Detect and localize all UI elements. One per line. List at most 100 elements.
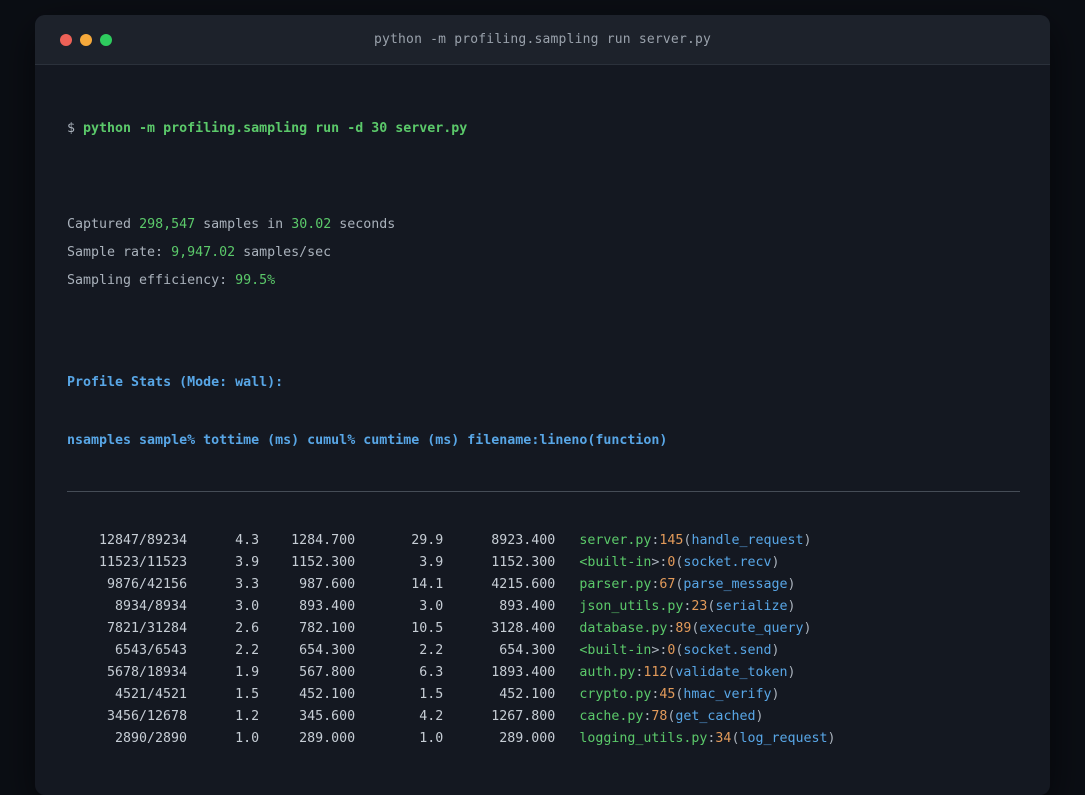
text-segment: >: [651, 555, 668, 570]
stats-cell: 1284.700 [291, 533, 356, 548]
text-segment: ) [771, 643, 780, 658]
stats-row: 12847/89234 4.3 1284.700 29.9 8923.400 server… [67, 530, 1020, 552]
stats-cell: 8923.400 [491, 533, 556, 548]
text-segment: log_request [739, 731, 828, 746]
stats-cell: 987.600 [299, 577, 356, 592]
text-segment: 145 [659, 533, 684, 548]
text-segment: cache.py [579, 709, 644, 724]
text-segment: socket.recv [683, 555, 772, 570]
stats-cell: 4.2 [419, 709, 444, 724]
stats-cell: 1152.300 [491, 555, 556, 570]
stats-cell: 893.400 [499, 599, 556, 614]
stats-cell: 1.0 [419, 731, 444, 746]
stats-cell: 2.2 [235, 643, 260, 658]
output-line: Captured 298,547 samples in 30.02 second… [67, 211, 1020, 239]
stats-cell: 10.5 [411, 621, 444, 636]
text-segment: socket.send [683, 643, 772, 658]
window-title: python -m profiling.sampling run server.… [373, 32, 712, 47]
text-segment: server.py [579, 533, 652, 548]
stats-cell: 2.2 [419, 643, 444, 658]
text-segment: ) [787, 599, 796, 614]
text-segment: crypto.py [579, 687, 652, 702]
stats-cell: 5678/18934 [107, 665, 188, 680]
stats-cell: 6543/6543 [115, 643, 188, 658]
stats-table-header: nsamples sample% tottime (ms) cumul% cum… [67, 433, 668, 448]
text-segment: ) [771, 555, 780, 570]
stats-location-cell: <built-in>:0(socket.recv) [555, 552, 779, 574]
text-segment: json_utils.py [579, 599, 684, 614]
stats-table: 12847/89234 4.3 1284.700 29.9 8923.400 server… [67, 530, 1020, 750]
text-segment: seconds [331, 217, 396, 232]
profile-stats-title: Profile Stats (Mode: wall): [67, 375, 284, 390]
terminal-output[interactable]: $ python -m profiling.sampling run -d 30… [35, 65, 1050, 795]
stats-cell: 2.6 [235, 621, 260, 636]
stats-cell: 567.800 [299, 665, 356, 680]
stats-location-cell: cache.py:78(get_cached) [555, 706, 763, 728]
text-segment: 298,547 [139, 217, 196, 232]
stats-cell: 6.3 [419, 665, 444, 680]
text-segment: ) [787, 665, 796, 680]
stats-location-cell: crypto.py:45(hmac_verify) [555, 684, 779, 706]
text-segment: 9,947.02 [171, 245, 236, 260]
stats-cell: 4521/4521 [115, 687, 188, 702]
text-segment: Captured [67, 217, 140, 232]
stats-cell: 452.100 [299, 687, 356, 702]
text-segment: parse_message [683, 577, 788, 592]
stats-cell: 3.9 [419, 555, 444, 570]
text-segment: get_cached [675, 709, 756, 724]
text-segment: ) [803, 621, 812, 636]
stats-cell: 3128.400 [491, 621, 556, 636]
stats-row: 8934/8934 3.0 893.400 3.0 893.400 json_utils.… [67, 596, 1020, 618]
text-segment: ) [771, 687, 780, 702]
text-segment: 67 [659, 577, 676, 592]
stats-cell: 1.2 [235, 709, 260, 724]
stats-cell: 893.400 [299, 599, 356, 614]
stats-cell: 3456/12678 [107, 709, 188, 724]
text-segment: Sample rate: [67, 245, 172, 260]
stats-cell: 1893.400 [491, 665, 556, 680]
stats-cell: 1267.800 [491, 709, 556, 724]
stats-location-cell: auth.py:112(validate_token) [555, 662, 795, 684]
stats-cell: 654.300 [299, 643, 356, 658]
title-bar: python -m profiling.sampling run server.… [35, 15, 1050, 65]
stats-cell: 8934/8934 [115, 599, 188, 614]
stats-cell: 1152.300 [291, 555, 356, 570]
stats-cell: 782.100 [299, 621, 356, 636]
stats-cell: 1.9 [235, 665, 260, 680]
text-segment: >: [651, 643, 668, 658]
stats-row: 11523/11523 3.9 1152.300 3.9 1152.300 <built-… [67, 552, 1020, 574]
stats-cell: 14.1 [411, 577, 444, 592]
text-segment: execute_query [699, 621, 804, 636]
command-line: $ python -m profiling.sampling run -d 30… [67, 115, 1020, 143]
stats-cell: 3.9 [235, 555, 260, 570]
text-segment: 45 [659, 687, 676, 702]
text-segment: ) [787, 577, 796, 592]
stats-cell: 2890/2890 [115, 731, 188, 746]
stats-cell: 12847/89234 [99, 533, 188, 548]
stats-location-cell: server.py:145(handle_request) [555, 530, 811, 552]
stats-row: 9876/42156 3.3 987.600 14.1 4215.600 parser.p… [67, 574, 1020, 596]
table-divider [67, 491, 1020, 492]
stats-row: 6543/6543 2.2 654.300 2.2 654.300 <built-in>:… [67, 640, 1020, 662]
stats-cell: 289.000 [299, 731, 356, 746]
stats-cell: 9876/42156 [107, 577, 188, 592]
text-segment: 99.5% [235, 273, 276, 288]
stats-cell: 654.300 [499, 643, 556, 658]
text-segment: 89 [675, 621, 692, 636]
text-segment: <built-in [579, 555, 652, 570]
stats-cell: 7821/31284 [107, 621, 188, 636]
text-segment: auth.py [579, 665, 636, 680]
command-text: python -m profiling.sampling run -d 30 s… [83, 121, 468, 136]
text-segment: database.py [579, 621, 668, 636]
stats-location-cell: <built-in>:0(socket.send) [555, 640, 779, 662]
capture-stats: Captured 298,547 samples in 30.02 second… [67, 211, 1020, 295]
terminal-window: python -m profiling.sampling run server.… [35, 15, 1050, 795]
stats-row: 5678/18934 1.9 567.800 6.3 1893.400 auth.py:1… [67, 662, 1020, 684]
stats-cell: 289.000 [499, 731, 556, 746]
stats-cell: 1.5 [235, 687, 260, 702]
text-segment: handle_request [691, 533, 804, 548]
text-segment: ) [827, 731, 836, 746]
stats-cell: 345.600 [299, 709, 356, 724]
stats-cell: 4215.600 [491, 577, 556, 592]
output-line: Sampling efficiency: 99.5% [67, 267, 1020, 295]
